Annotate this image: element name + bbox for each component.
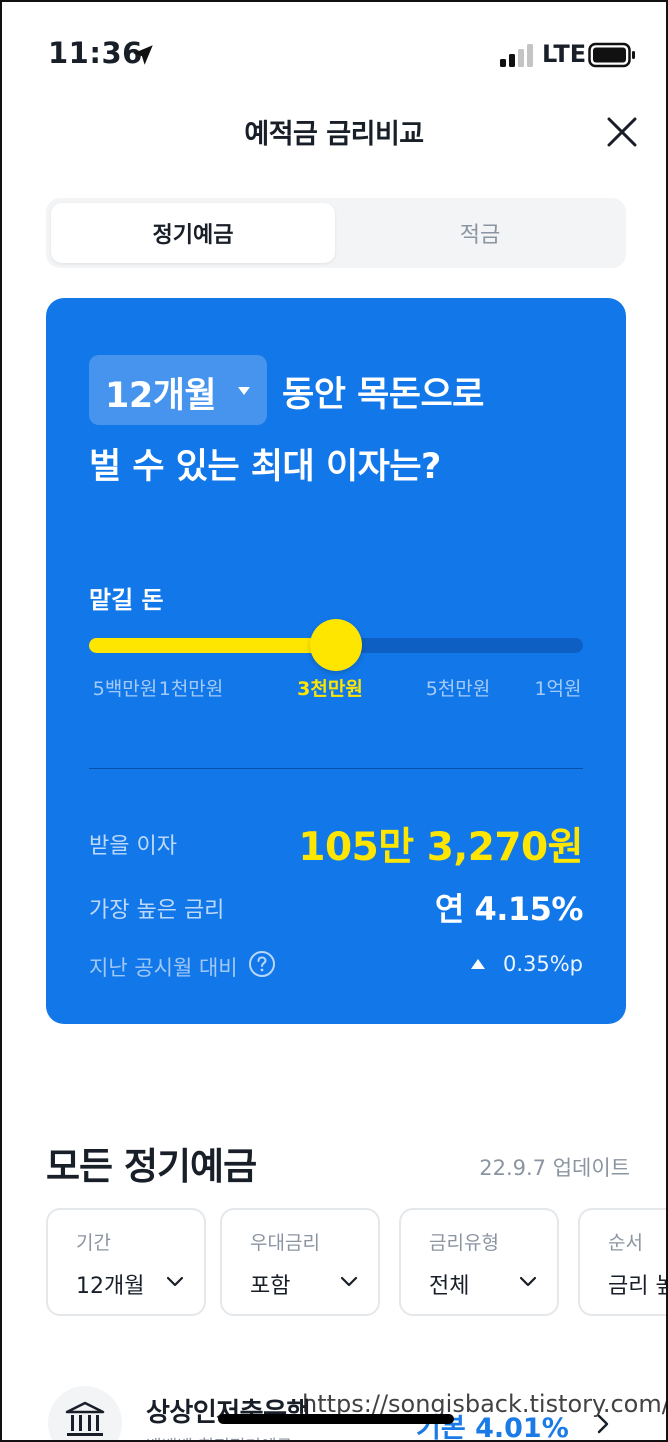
tab-deposit[interactable]: 정기예금: [51, 203, 335, 263]
filter-period[interactable]: 기간 12개월: [46, 1208, 206, 1316]
filter-value: 금리 높: [608, 1274, 666, 1299]
headline-line1: 동안 목돈으로: [282, 375, 484, 415]
app-screen: 11:36 LTE 예적금 금리비교 정기예금 적금 12개월 동안 목돈으로 …: [0, 0, 668, 1442]
chevron-down-icon: [519, 1276, 537, 1287]
filter-label: 금리유형: [429, 1232, 499, 1254]
filter-value: 전체: [429, 1274, 470, 1299]
interest-calculator-card: 12개월 동안 목돈으로 벌 수 있는 최대 이자는? 맡길 돈 5백만원 1천만…: [46, 298, 626, 1024]
slider-tick-label[interactable]: 5백만원: [93, 674, 158, 701]
filter-label: 기간: [76, 1232, 111, 1254]
period-dropdown[interactable]: 12개월: [89, 355, 267, 425]
product-name: 뱅뱅뱅 회전정기예금: [146, 1432, 292, 1440]
home-indicator: [218, 1414, 454, 1424]
change-label: 지난 공시월 대비: [89, 956, 238, 980]
signal-icon: [500, 44, 533, 67]
bank-building-icon: [65, 1401, 105, 1436]
status-bar: 11:36 LTE: [2, 2, 666, 102]
rate-label: 가장 높은 금리: [89, 898, 225, 923]
change-value: 0.35%p: [502, 952, 583, 976]
amount-slider-thumb[interactable]: [310, 619, 362, 671]
amount-slider-fill: [89, 638, 336, 653]
amount-label: 맡길 돈: [89, 586, 164, 614]
interest-label: 받을 이자: [89, 834, 177, 859]
slider-tick-label[interactable]: 1천만원: [159, 674, 224, 701]
chevron-down-icon: [166, 1276, 184, 1287]
filter-value: 포함: [250, 1274, 291, 1299]
tab-savings[interactable]: 적금: [338, 203, 622, 263]
rate-value: 연 4.15%: [434, 890, 584, 928]
location-arrow-icon: [133, 45, 153, 65]
filter-label: 순서: [608, 1232, 643, 1254]
update-date: 22.9.7 업데이트: [479, 1156, 630, 1180]
bank-logo: [48, 1386, 122, 1440]
filter-rate-type[interactable]: 금리유형 전체: [399, 1208, 559, 1316]
help-icon[interactable]: [248, 950, 276, 978]
slider-tick-label[interactable]: 3천만원: [297, 674, 363, 701]
headline-line2: 벌 수 있는 최대 이자는?: [89, 447, 441, 487]
page-title: 예적금 금리비교: [244, 119, 424, 150]
slider-tick-label[interactable]: 1억원: [534, 674, 581, 701]
caret-down-icon: [238, 387, 250, 395]
triangle-up-icon: [471, 959, 485, 969]
filter-label: 우대금리: [250, 1232, 320, 1254]
chevron-down-icon: [340, 1276, 358, 1287]
interest-value: 105만 3,270원: [298, 825, 583, 870]
status-time: 11:36: [48, 36, 143, 70]
filter-bonus-rate[interactable]: 우대금리 포함: [220, 1208, 380, 1316]
divider: [89, 768, 583, 769]
product-type-tabs: 정기예금 적금: [46, 198, 626, 268]
slider-tick-label[interactable]: 5천만원: [426, 674, 491, 701]
section-title: 모든 정기예금: [46, 1145, 257, 1188]
filter-value: 12개월: [76, 1274, 145, 1299]
filter-sort[interactable]: 순서 금리 높: [578, 1208, 666, 1316]
close-icon[interactable]: [602, 112, 642, 152]
network-type: LTE: [542, 40, 587, 68]
period-value: 12개월: [105, 376, 217, 416]
battery-icon: [588, 42, 635, 68]
